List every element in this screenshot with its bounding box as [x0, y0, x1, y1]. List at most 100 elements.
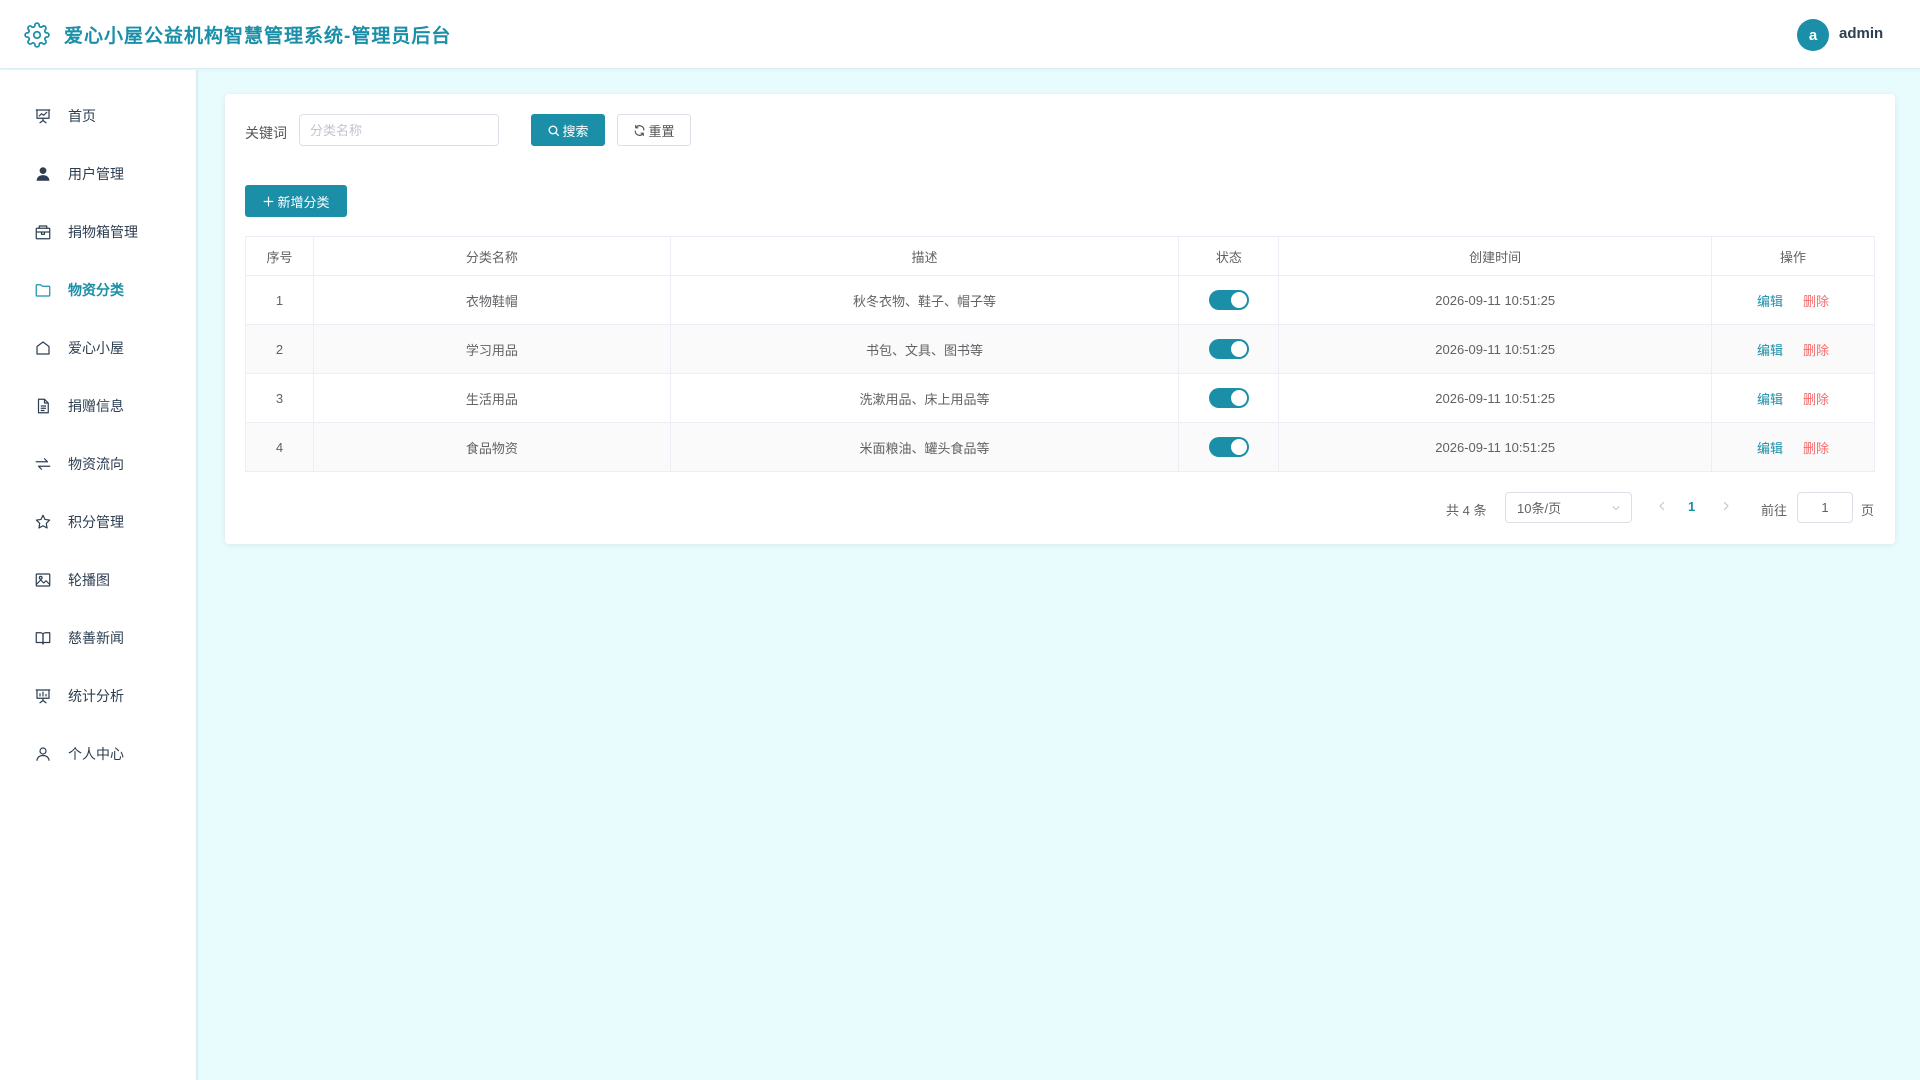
- row-index: 3: [245, 373, 314, 423]
- sidebar-item-statistics[interactable]: 统计分析: [0, 667, 196, 725]
- app-title: 爱心小屋公益机构智慧管理系统-管理员后台: [64, 26, 452, 47]
- chevron-left-icon[interactable]: [1656, 499, 1668, 513]
- top-header: 爱心小屋公益机构智慧管理系统-管理员后台 a admin: [0, 0, 1920, 69]
- search-button-label: 搜索: [562, 123, 589, 139]
- page-size-select[interactable]: 10条/页: [1505, 492, 1632, 523]
- presentation-icon: [35, 109, 51, 124]
- search-icon: [549, 125, 560, 136]
- delete-button[interactable]: 删除: [1803, 441, 1829, 456]
- row-index: 2: [245, 324, 314, 374]
- goto-label: 前往: [1761, 503, 1788, 518]
- delete-button[interactable]: 删除: [1803, 392, 1829, 407]
- reset-button-label: 重置: [648, 123, 675, 139]
- sidebar-item-label: 捐物箱管理: [68, 224, 138, 240]
- sidebar-item-carousel[interactable]: 轮播图: [0, 551, 196, 609]
- add-category-button[interactable]: 新增分类: [245, 185, 347, 217]
- sidebar-item-material-flow[interactable]: 物资流向: [0, 435, 196, 493]
- sidebar-item-label: 轮播图: [68, 572, 110, 588]
- category-name: 食品物资: [312, 422, 671, 472]
- status-toggle[interactable]: [1208, 339, 1249, 359]
- goto-page-input[interactable]: [1797, 492, 1853, 523]
- page-suffix: 页: [1861, 503, 1875, 518]
- sidebar-item-label: 物资流向: [68, 456, 124, 472]
- sidebar-item-charity-news[interactable]: 慈善新闻: [0, 609, 196, 667]
- plus-icon: [264, 196, 274, 206]
- search-button[interactable]: 搜索: [531, 114, 605, 146]
- row-index: 1: [245, 275, 314, 325]
- category-name: 衣物鞋帽: [312, 275, 671, 325]
- category-name: 生活用品: [312, 373, 671, 423]
- avatar[interactable]: a: [1797, 19, 1829, 51]
- chart-board-icon: [35, 689, 51, 704]
- column-header: 描述: [669, 236, 1180, 276]
- sidebar-item-label: 爱心小屋: [68, 340, 124, 356]
- sidebar-item-profile[interactable]: 个人中心: [0, 725, 196, 783]
- edit-button[interactable]: 编辑: [1757, 392, 1783, 407]
- add-category-label: 新增分类: [277, 194, 330, 210]
- edit-button[interactable]: 编辑: [1757, 441, 1783, 456]
- created-time: 2026-09-11 10:51:25: [1278, 373, 1713, 423]
- toggle-knob: [1230, 390, 1247, 406]
- created-time: 2026-09-11 10:51:25: [1278, 275, 1713, 325]
- flow-icon: [35, 458, 51, 470]
- chevron-down-icon: [1612, 506, 1620, 511]
- delete-button[interactable]: 删除: [1803, 294, 1829, 309]
- sidebar-item-label: 慈善新闻: [68, 630, 124, 646]
- category-description: 书包、文具、图书等: [669, 324, 1180, 374]
- person-icon: [36, 747, 50, 761]
- status-toggle[interactable]: [1208, 388, 1249, 408]
- chevron-right-icon[interactable]: [1720, 499, 1732, 513]
- toggle-knob: [1230, 292, 1247, 308]
- delete-button[interactable]: 删除: [1803, 343, 1829, 358]
- search-input[interactable]: [299, 114, 499, 146]
- gear-icon: [24, 22, 50, 48]
- image-icon: [35, 573, 51, 587]
- house-icon: [36, 341, 50, 355]
- sidebar-item-home[interactable]: 首页: [0, 87, 196, 145]
- edit-button[interactable]: 编辑: [1757, 343, 1783, 358]
- user-icon: [36, 167, 50, 181]
- book-icon: [35, 632, 51, 645]
- table-row: 2 学习用品 书包、文具、图书等 2026-09-11 10:51:25 编辑 删…: [245, 324, 1875, 374]
- created-time: 2026-09-11 10:51:25: [1278, 422, 1713, 472]
- sidebar-item-donation-boxes[interactable]: 捐物箱管理: [0, 203, 196, 261]
- pagination-total: 共 4 条: [1446, 503, 1487, 518]
- toggle-knob: [1230, 439, 1247, 455]
- page-size-value: 10条/页: [1517, 501, 1562, 516]
- category-table: 序号 分类名称 描述 状态 创建时间 操作 1 衣物鞋帽 秋冬衣物、鞋子、帽子等…: [245, 236, 1875, 472]
- status-toggle[interactable]: [1208, 437, 1249, 457]
- sidebar-item-label: 首页: [68, 108, 96, 124]
- column-header: 操作: [1711, 236, 1875, 276]
- status-toggle[interactable]: [1208, 290, 1249, 310]
- sidebar-item-categories[interactable]: 物资分类: [0, 261, 196, 319]
- column-header: 序号: [245, 236, 314, 276]
- category-name: 学习用品: [312, 324, 671, 374]
- box-icon: [35, 225, 51, 240]
- sidebar-item-label: 捐赠信息: [68, 398, 124, 414]
- username[interactable]: admin: [1839, 25, 1883, 42]
- column-header: 分类名称: [312, 236, 671, 276]
- row-index: 4: [245, 422, 314, 472]
- sidebar-item-users[interactable]: 用户管理: [0, 145, 196, 203]
- sidebar-item-points[interactable]: 积分管理: [0, 493, 196, 551]
- sidebar-item-label: 用户管理: [68, 166, 124, 182]
- table-row: 4 食品物资 米面粮油、罐头食品等 2026-09-11 10:51:25 编辑…: [245, 422, 1875, 472]
- page-number-current[interactable]: 1: [1688, 499, 1695, 514]
- table-row: 1 衣物鞋帽 秋冬衣物、鞋子、帽子等 2026-09-11 10:51:25 编…: [245, 275, 1875, 325]
- sidebar-item-label: 个人中心: [68, 746, 124, 762]
- category-description: 洗漱用品、床上用品等: [669, 373, 1180, 423]
- column-header: 状态: [1178, 236, 1280, 276]
- refresh-icon: [635, 124, 645, 136]
- category-description: 秋冬衣物、鞋子、帽子等: [669, 275, 1180, 325]
- star-icon: [35, 514, 51, 529]
- sidebar-item-donations[interactable]: 捐赠信息: [0, 377, 196, 435]
- toggle-knob: [1230, 341, 1247, 357]
- sidebar: 首页 用户管理 捐物箱管理 物资分类 爱心小屋 捐赠信息 物资流向 积分管理 轮…: [0, 70, 198, 1080]
- table-header-row: 序号 分类名称 描述 状态 创建时间 操作: [245, 236, 1875, 276]
- sidebar-item-label: 物资分类: [68, 282, 124, 298]
- table-row: 3 生活用品 洗漱用品、床上用品等 2026-09-11 10:51:25 编辑…: [245, 373, 1875, 423]
- edit-button[interactable]: 编辑: [1757, 294, 1783, 309]
- sidebar-item-love-house[interactable]: 爱心小屋: [0, 319, 196, 377]
- created-time: 2026-09-11 10:51:25: [1278, 324, 1713, 374]
- reset-button[interactable]: 重置: [617, 114, 691, 146]
